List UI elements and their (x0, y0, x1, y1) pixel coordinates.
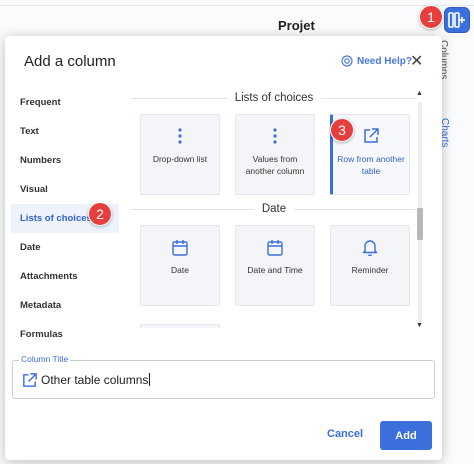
category-attachments[interactable]: Attachments (11, 262, 119, 291)
external-link-icon (21, 372, 38, 394)
need-help-link[interactable]: Need Help? (341, 55, 412, 67)
category-numbers[interactable]: Numbers (11, 146, 119, 175)
option-label: Values from another column (245, 154, 305, 177)
option-reminder[interactable]: Reminder (330, 225, 410, 306)
step-badge-3: 3 (330, 118, 354, 142)
option-label: Row from another table (337, 154, 405, 177)
close-icon[interactable]: ✕ (410, 51, 423, 71)
top-divider (0, 5, 474, 6)
calendar-icon (267, 239, 283, 256)
category-metadata[interactable]: Metadata (11, 291, 119, 320)
option-label: Date (171, 265, 189, 275)
scroll-up-icon[interactable]: ▲ (416, 90, 423, 97)
category-visual[interactable]: Visual (11, 175, 119, 204)
option-label: Date and Time (247, 265, 303, 275)
column-type-options: Lists of choices Drop-down list Values f… (123, 88, 419, 328)
step-badge-2: 2 (88, 202, 112, 226)
add-column-button[interactable] (444, 7, 470, 33)
external-link-icon (364, 128, 379, 143)
column-title-input[interactable]: Other table columns (41, 373, 148, 387)
bell-icon (362, 240, 378, 256)
vertical-dots-icon (178, 128, 182, 144)
column-title-legend: Column Title (19, 354, 71, 364)
options-scrollbar[interactable]: ▲ ▼ (416, 90, 424, 330)
need-help-label: Need Help? (357, 55, 413, 67)
section-title: Date (261, 203, 287, 215)
text-caret (149, 373, 151, 386)
dialog-title: Add a column (24, 53, 116, 70)
section-lists-of-choices: Lists of choices (131, 92, 417, 104)
option-label: Drop-down list (152, 154, 208, 164)
option-label: Reminder (351, 265, 389, 275)
option-date[interactable]: Date (140, 225, 220, 306)
vertical-dots-icon (273, 128, 277, 144)
option-values-from-another-column[interactable]: Values from another column (235, 114, 315, 195)
section-date: Date (131, 203, 418, 215)
page-title: Projet (278, 18, 315, 33)
scroll-down-icon[interactable]: ▼ (416, 322, 423, 329)
cancel-button[interactable]: Cancel (327, 428, 363, 440)
add-column-icon (448, 12, 465, 28)
section-title: Lists of choices (234, 92, 314, 104)
category-text[interactable]: Text (11, 117, 119, 146)
add-button[interactable]: Add (380, 421, 432, 450)
add-column-dialog: Add a column Need Help? ✕ Frequent Text … (5, 36, 442, 460)
option-date-and-time[interactable]: Date and Time (235, 225, 315, 306)
calendar-icon (172, 239, 188, 256)
option-drop-down-list[interactable]: Drop-down list (140, 114, 220, 195)
category-formulas[interactable]: Formulas (11, 320, 119, 349)
option-partial[interactable] (140, 324, 220, 328)
step-badge-1: 1 (419, 5, 443, 29)
help-icon (341, 55, 353, 67)
column-title-field[interactable]: Column Title Other table columns (12, 354, 435, 399)
scroll-thumb[interactable] (417, 208, 423, 240)
category-date[interactable]: Date (11, 233, 119, 262)
category-frequent[interactable]: Frequent (11, 88, 119, 117)
